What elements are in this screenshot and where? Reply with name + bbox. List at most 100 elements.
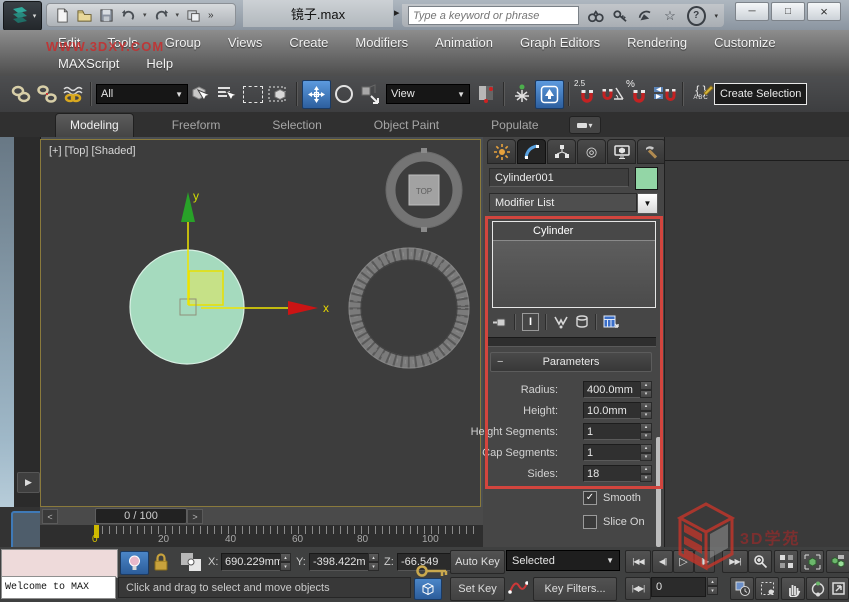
- current-frame-field[interactable]: 0: [651, 577, 706, 597]
- time-slider-handle[interactable]: 0 / 100: [95, 508, 187, 524]
- height-segments-spinner[interactable]: ▴▾: [640, 423, 652, 440]
- named-selection-set-field[interactable]: Create Selection: [714, 83, 807, 105]
- panel-divider[interactable]: [488, 337, 656, 347]
- favorites-star-icon[interactable]: ☆: [662, 8, 678, 24]
- sides-field[interactable]: 18: [583, 465, 641, 482]
- project-toolbar-icon[interactable]: [186, 8, 201, 23]
- stack-item-cylinder[interactable]: Cylinder: [493, 222, 655, 241]
- zoom-extents-all-button[interactable]: [826, 550, 849, 573]
- absolute-offset-mode-toggle[interactable]: [180, 552, 202, 577]
- select-and-link-icon[interactable]: [8, 81, 34, 107]
- remove-modifier-icon[interactable]: [575, 315, 589, 329]
- x-coordinate-field[interactable]: 690.229mm: [221, 553, 287, 571]
- slice-on-checkbox[interactable]: [583, 515, 597, 529]
- subscription-key-icon[interactable]: [613, 8, 629, 24]
- selection-set-dropdown[interactable]: Selected ▼: [506, 550, 620, 571]
- height-spinner[interactable]: ▴▾: [640, 402, 652, 419]
- use-pivot-point-center-icon[interactable]: [473, 81, 499, 107]
- motion-tab[interactable]: ◎: [577, 139, 606, 164]
- modifier-list-arrow-button[interactable]: ▼: [637, 193, 658, 214]
- close-button[interactable]: ×: [807, 2, 841, 21]
- search-input[interactable]: [408, 6, 579, 25]
- frame-spinner[interactable]: ▴▾: [707, 577, 718, 595]
- cylinder-object[interactable]: [130, 250, 244, 364]
- menu-rendering[interactable]: Rendering: [627, 35, 687, 50]
- toolbar-overflow-icon[interactable]: »: [208, 10, 214, 21]
- redo-icon[interactable]: [154, 8, 169, 23]
- zoom-button[interactable]: [748, 550, 772, 573]
- menu-create[interactable]: Create: [289, 35, 328, 50]
- rectangular-selection-region-icon[interactable]: [240, 81, 266, 107]
- keyboard-shortcut-override-button[interactable]: [535, 80, 564, 109]
- undo-icon[interactable]: [121, 8, 136, 23]
- viewport-canvas[interactable]: TOP y x: [41, 140, 480, 506]
- smooth-checkbox[interactable]: ✓: [583, 491, 597, 505]
- selection-filter-dropdown[interactable]: All ▼: [96, 84, 188, 104]
- ring-object[interactable]: [349, 248, 469, 368]
- angle-snap-toggle-icon[interactable]: [600, 81, 626, 107]
- viewcube-top-label[interactable]: TOP: [416, 187, 432, 196]
- next-frame-button[interactable]: ||▶: [694, 550, 715, 573]
- modify-tab[interactable]: [517, 139, 546, 164]
- restore-button[interactable]: □: [771, 2, 805, 21]
- previous-frame-button[interactable]: ◀||: [652, 550, 673, 573]
- radius-spinner[interactable]: ▴▾: [640, 381, 652, 398]
- height-segments-field[interactable]: 1: [583, 423, 641, 440]
- menu-views[interactable]: Views: [228, 35, 262, 50]
- menu-group[interactable]: Group: [165, 35, 201, 50]
- open-file-icon[interactable]: [77, 8, 92, 23]
- field-of-view-button[interactable]: [755, 577, 779, 600]
- reference-coordinate-system-dropdown[interactable]: View ▼: [386, 84, 470, 104]
- viewport-top[interactable]: [+] [Top] [Shaded] TOP y: [40, 139, 481, 507]
- new-key-default-inout-tangents[interactable]: [508, 577, 528, 602]
- create-tab[interactable]: [487, 139, 516, 164]
- spinner-snap-toggle-icon[interactable]: [652, 81, 678, 107]
- menu-maxscript[interactable]: MAXScript: [58, 56, 119, 71]
- adaptive-degradation-toggle[interactable]: [414, 578, 442, 600]
- configure-modifier-sets-icon[interactable]: [603, 315, 619, 329]
- ribbon-expand-arrow-button[interactable]: ▶: [17, 472, 40, 493]
- redo-dropdown-icon[interactable]: ▾: [176, 11, 180, 19]
- select-by-name-icon[interactable]: [214, 81, 240, 107]
- menu-help[interactable]: Help: [146, 56, 173, 71]
- gizmo-xy-plane-handle[interactable]: [189, 271, 223, 305]
- viewcube[interactable]: TOP: [386, 148, 462, 232]
- auto-key-button[interactable]: Auto Key: [450, 550, 505, 574]
- ribbon-tab-selection[interactable]: Selection: [258, 114, 335, 137]
- select-and-scale-icon[interactable]: [357, 81, 383, 107]
- panel-scrollbar[interactable]: [656, 437, 661, 547]
- edit-named-selection-sets-icon[interactable]: { } ABC: [688, 81, 714, 107]
- zoom-all-button[interactable]: [774, 550, 798, 573]
- utilities-tab[interactable]: [637, 139, 666, 164]
- gizmo-x-arrow-icon[interactable]: [288, 301, 318, 315]
- select-object-icon[interactable]: [188, 81, 214, 107]
- track-bar[interactable]: 0 20 40 60 80 100: [40, 525, 483, 548]
- isolate-selection-toggle[interactable]: [120, 551, 149, 575]
- help-icon[interactable]: ?: [687, 6, 706, 26]
- communication-center-icon[interactable]: [637, 8, 653, 24]
- orbit-button[interactable]: [806, 577, 830, 600]
- menu-customize[interactable]: Customize: [714, 35, 775, 50]
- x-spinner[interactable]: ▴▾: [280, 553, 291, 571]
- listener-output[interactable]: Welcome to MAX: [1, 576, 116, 599]
- select-and-move-button[interactable]: [302, 80, 331, 109]
- snaps-toggle-icon[interactable]: 2.5: [574, 81, 600, 107]
- window-crossing-toggle-icon[interactable]: [266, 81, 292, 107]
- key-mode-toggle[interactable]: |◀▶|: [625, 577, 651, 600]
- display-tab[interactable]: [607, 139, 636, 164]
- hierarchy-tab[interactable]: [547, 139, 576, 164]
- new-file-icon[interactable]: [55, 8, 70, 23]
- cap-segments-field[interactable]: 1: [583, 444, 641, 461]
- object-name-field[interactable]: Cylinder001: [489, 168, 629, 187]
- menu-modifiers[interactable]: Modifiers: [355, 35, 408, 50]
- menu-animation[interactable]: Animation: [435, 35, 493, 50]
- percent-snap-toggle-icon[interactable]: %: [626, 81, 652, 107]
- ribbon-tab-object-paint[interactable]: Object Paint: [360, 114, 453, 137]
- zoom-extents-button[interactable]: [800, 550, 824, 573]
- time-configuration-button[interactable]: [730, 577, 754, 600]
- maximize-viewport-toggle[interactable]: [828, 577, 849, 600]
- object-color-swatch[interactable]: [635, 167, 658, 190]
- save-icon[interactable]: [99, 8, 114, 23]
- undo-dropdown-icon[interactable]: ▾: [143, 11, 147, 19]
- time-slider-next-button[interactable]: >: [187, 509, 203, 524]
